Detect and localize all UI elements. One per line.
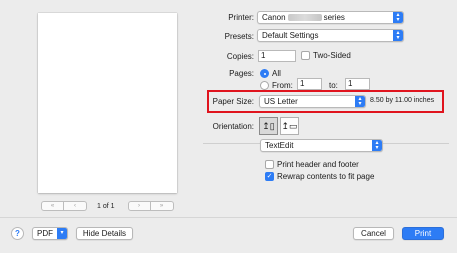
pages-from-label: From:: [272, 81, 293, 90]
print-dialog: « ‹ 1 of 1 › » Printer: Canon series ▴ ▾ P…: [0, 0, 457, 253]
orientation-label: Orientation:: [212, 122, 254, 131]
pages-from-input[interactable]: 1: [297, 78, 322, 90]
pages-all-label: All: [272, 69, 281, 78]
app-section-value: TextEdit: [265, 141, 294, 150]
two-sided-checkbox[interactable]: [301, 51, 310, 60]
paper-size-label: Paper Size:: [212, 97, 254, 106]
pdf-label: PDF: [37, 229, 53, 238]
pages-range-radio[interactable]: [260, 81, 269, 90]
paper-dimensions: 8.50 by 11.00 inches: [370, 97, 435, 104]
chevron-updown-icon: ▴ ▾: [393, 12, 403, 23]
copies-input[interactable]: 1: [258, 50, 296, 62]
chevron-updown-icon: ▴ ▾: [355, 96, 365, 107]
last-page-button[interactable]: »: [150, 201, 174, 211]
help-button[interactable]: ?: [11, 227, 24, 240]
two-sided-label: Two-Sided: [313, 51, 351, 60]
chevron-down-icon: ▾: [57, 228, 67, 239]
next-page-button[interactable]: ›: [127, 201, 151, 211]
landscape-orientation-button[interactable]: ↥▭: [280, 117, 299, 135]
previous-page-button[interactable]: ‹: [64, 201, 87, 211]
portrait-icon: ↥▯: [262, 121, 275, 131]
paper-size-select[interactable]: US Letter ▴ ▾: [259, 95, 366, 108]
printer-label: Printer:: [228, 13, 254, 22]
app-section-select[interactable]: TextEdit ▴ ▾: [260, 139, 383, 152]
hide-details-button[interactable]: Hide Details: [76, 227, 133, 240]
pdf-menu-button[interactable]: PDF ▾: [32, 227, 68, 240]
paper-size-value: US Letter: [264, 97, 298, 106]
print-button[interactable]: Print: [402, 227, 444, 240]
pages-to-input[interactable]: 1: [345, 78, 370, 90]
printer-select[interactable]: Canon series ▴ ▾: [257, 11, 404, 24]
page-preview: [38, 13, 177, 193]
print-header-footer-label: Print header and footer: [277, 160, 359, 169]
copies-label: Copies:: [226, 52, 254, 61]
chevron-updown-icon: ▴ ▾: [393, 30, 403, 41]
redacted-model: [287, 14, 322, 22]
rewrap-checkbox[interactable]: ✓: [265, 172, 274, 181]
presets-value: Default Settings: [262, 31, 319, 40]
presets-select[interactable]: Default Settings ▴ ▾: [257, 29, 404, 42]
chevron-updown-icon: ▴ ▾: [372, 140, 382, 151]
pages-to-label: to:: [329, 81, 338, 90]
preview-pager: « ‹ 1 of 1 › »: [41, 201, 174, 211]
presets-label: Presets:: [224, 32, 254, 41]
print-header-footer-checkbox[interactable]: [265, 160, 274, 169]
first-page-button[interactable]: «: [41, 201, 64, 211]
pages-all-radio[interactable]: [260, 69, 269, 78]
printer-name-prefix: Canon: [262, 13, 286, 22]
rewrap-label: Rewrap contents to fit page: [277, 172, 375, 181]
landscape-icon: ↥▭: [281, 121, 298, 131]
page-indicator: 1 of 1: [97, 202, 115, 210]
printer-name-suffix: series: [323, 13, 345, 22]
pages-label: Pages:: [229, 69, 254, 78]
portrait-orientation-button[interactable]: ↥▯: [259, 117, 278, 135]
footer-divider: [0, 217, 457, 218]
cancel-button[interactable]: Cancel: [353, 227, 394, 240]
help-icon: ?: [15, 229, 20, 238]
